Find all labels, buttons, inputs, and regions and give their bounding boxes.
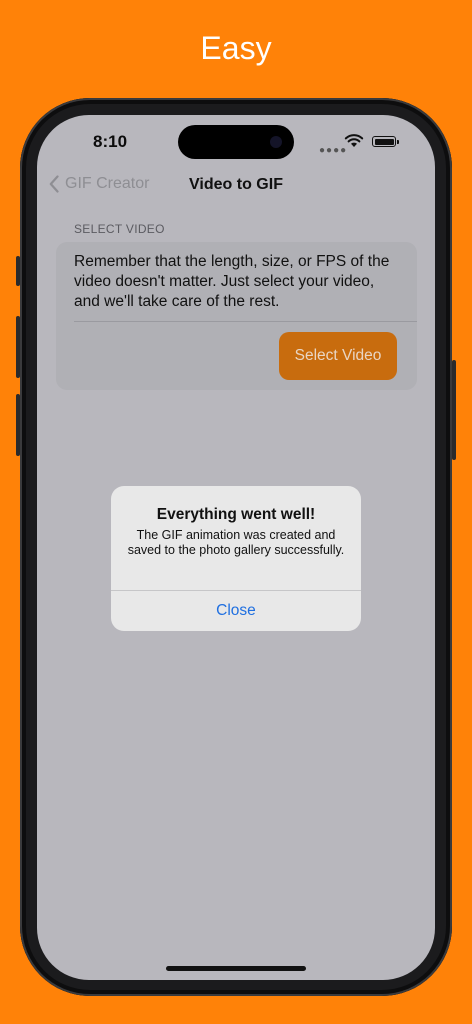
dynamic-island xyxy=(178,125,294,159)
alert-title: Everything went well! xyxy=(156,506,316,523)
signal-icon: ●●●● xyxy=(319,145,348,156)
description-text: Remember that the length, size, or FPS o… xyxy=(74,253,390,310)
close-button[interactable]: Close xyxy=(111,590,361,631)
phone-screen: 8:10 ●●●● GIF Creator Video to GIF SELEC… xyxy=(37,115,435,980)
camera-icon xyxy=(270,136,282,148)
select-video-card: Remember that the length, size, or FPS o… xyxy=(56,242,417,390)
nav-title: Video to GIF xyxy=(189,176,283,193)
divider xyxy=(74,321,417,322)
volume-down-button xyxy=(16,394,20,456)
section-header: SELECT VIDEO xyxy=(74,222,165,236)
action-button xyxy=(16,256,20,286)
home-indicator[interactable] xyxy=(166,966,306,971)
success-alert: Everything went well! The GIF animation … xyxy=(111,486,361,631)
battery-icon xyxy=(372,136,399,147)
alert-message: The GIF animation was created and saved … xyxy=(127,528,345,557)
volume-up-button xyxy=(16,316,20,378)
status-time: 8:10 xyxy=(93,132,128,151)
promo-headline: Easy xyxy=(200,30,272,66)
wifi-icon xyxy=(344,134,364,147)
select-video-button[interactable]: Select Video xyxy=(279,332,397,380)
power-button xyxy=(452,360,456,460)
